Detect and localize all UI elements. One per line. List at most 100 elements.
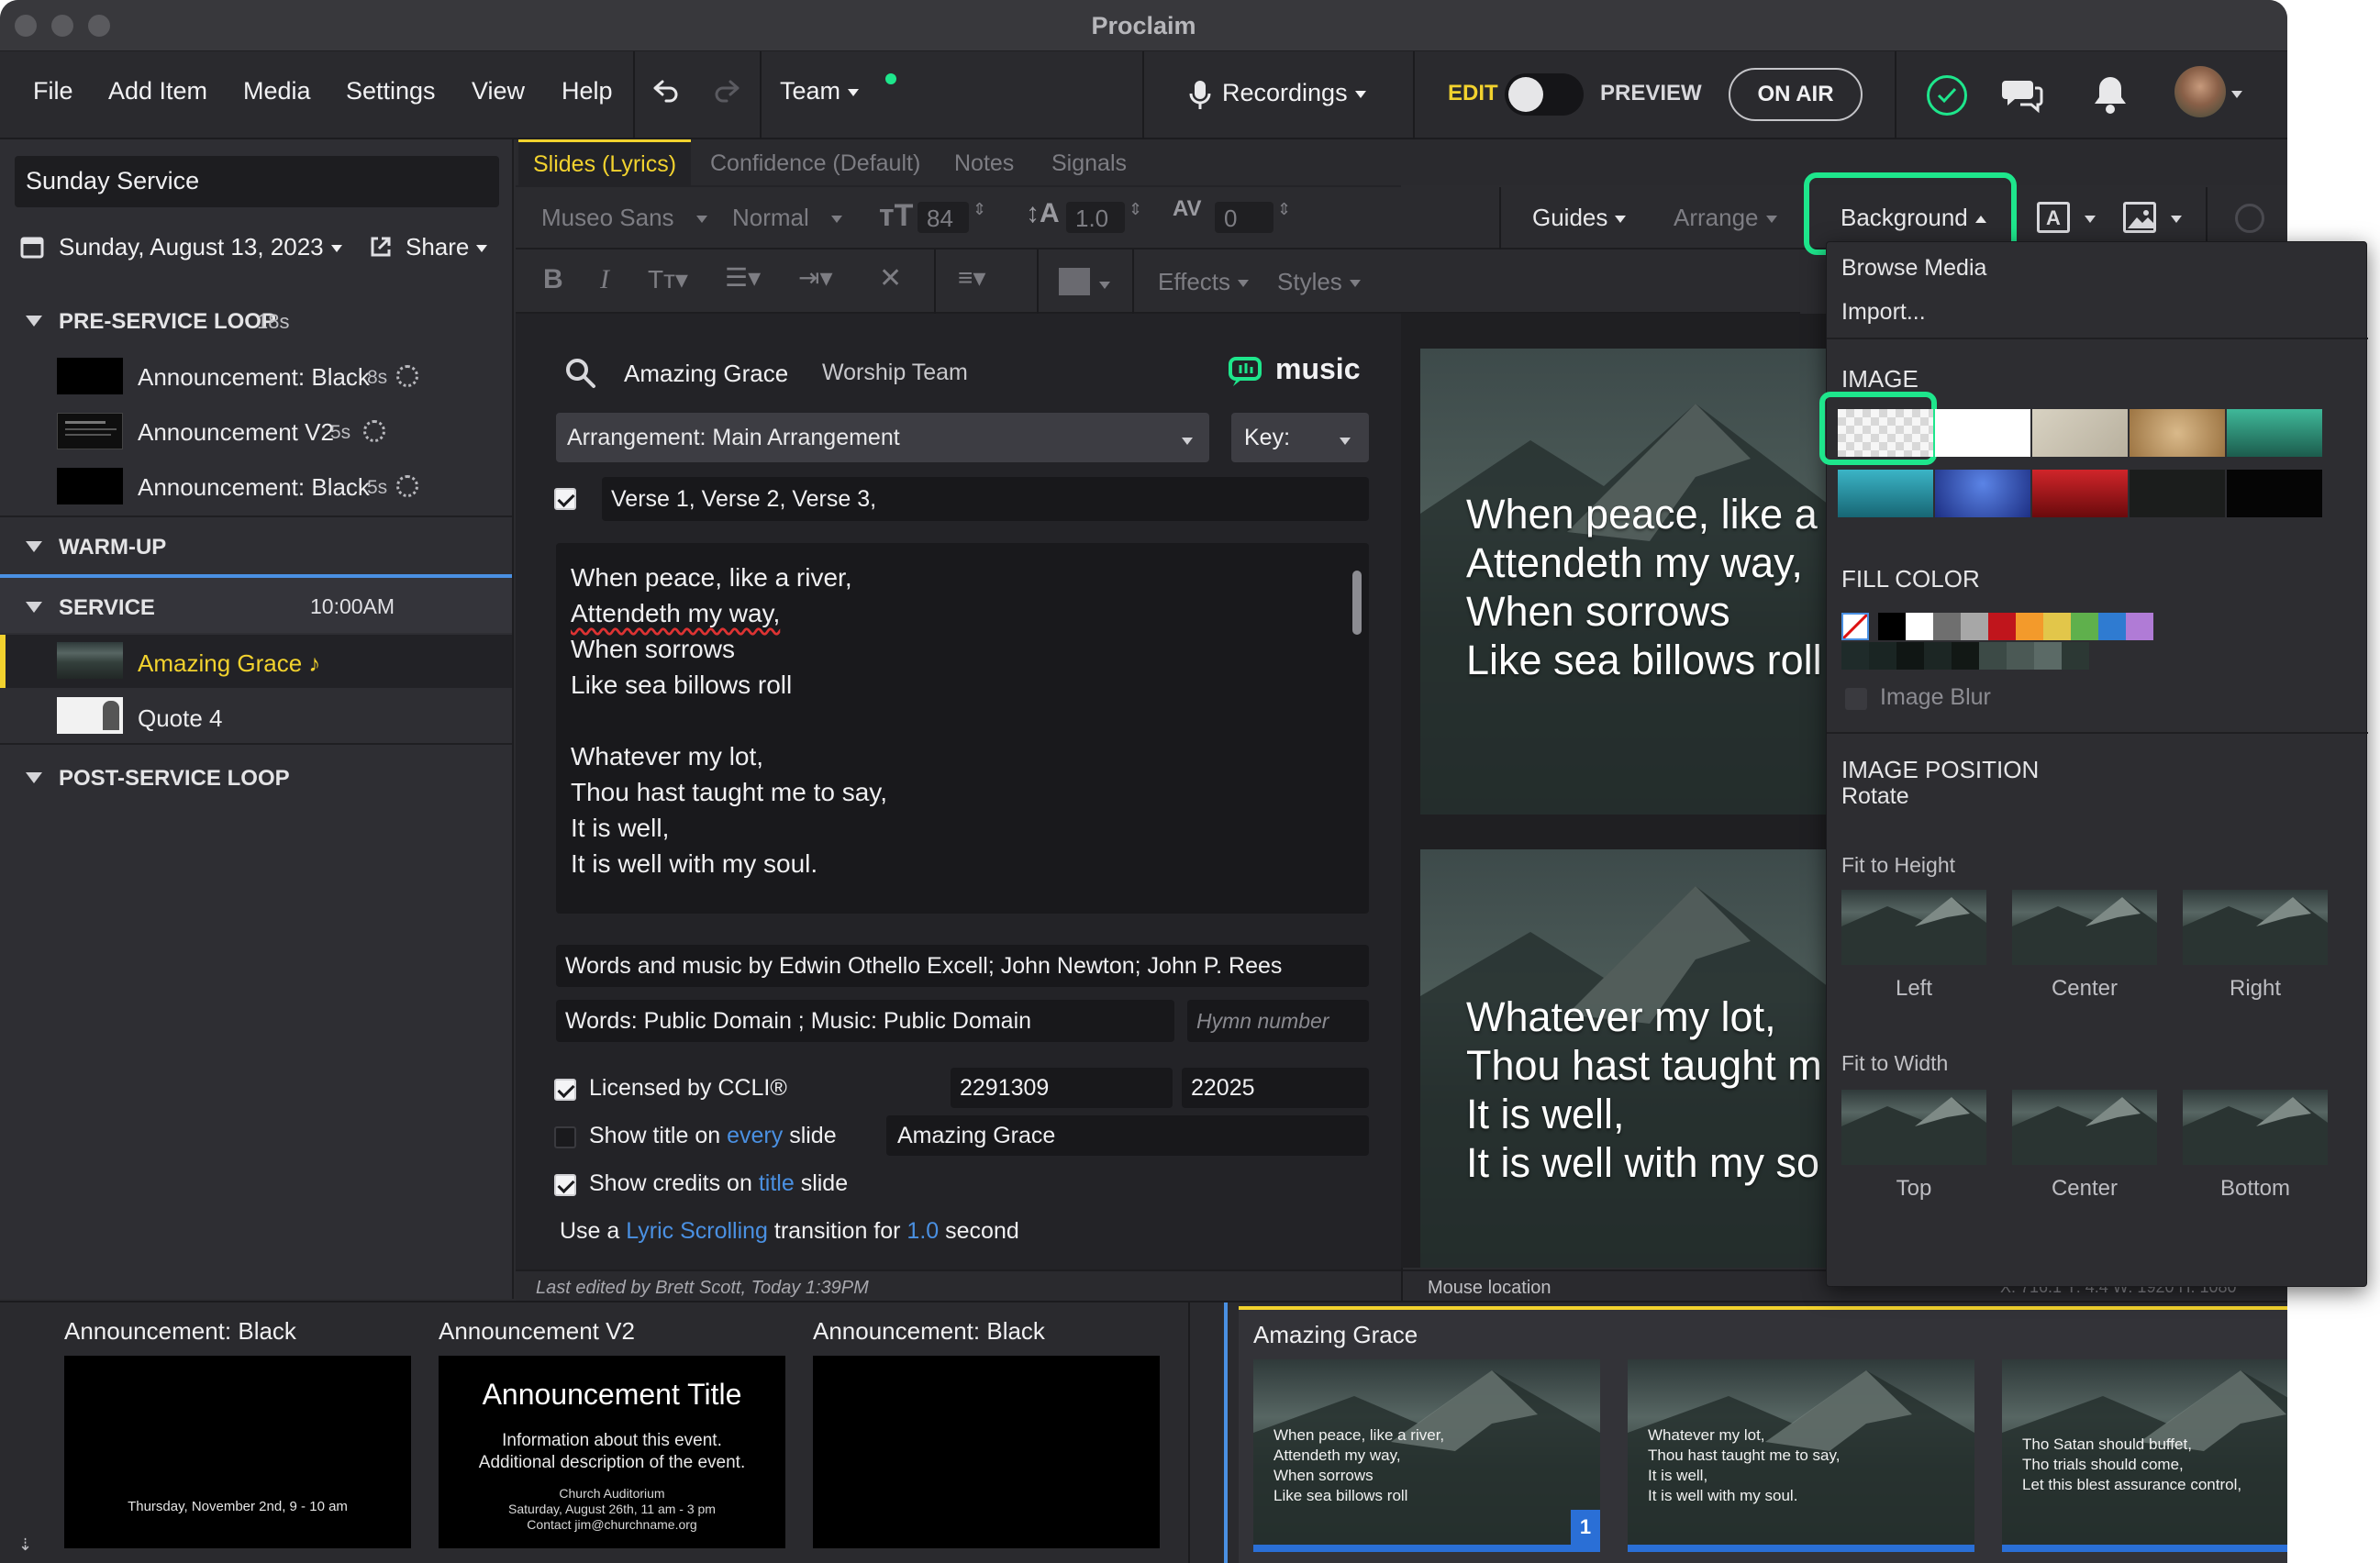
text-transform-icon[interactable]: Tт▾ [648, 264, 688, 294]
font-size-input[interactable]: 84 [918, 202, 969, 233]
rotate-option[interactable]: Rotate [1841, 783, 1909, 810]
fill-color-swatch[interactable] [2098, 613, 2126, 640]
sidebar-item-quote-4[interactable]: Quote 4 [138, 704, 223, 733]
font-family-select[interactable]: Museo Sans [541, 204, 707, 232]
notifications-bell-icon[interactable] [2092, 73, 2129, 116]
fill-color-swatch[interactable] [2126, 613, 2153, 640]
sidebar-item-announcement-black[interactable]: Announcement: Black [138, 363, 370, 392]
group-title-warm-up[interactable]: WARM-UP [59, 535, 166, 560]
copyright-field[interactable]: Words: Public Domain ; Music: Public Dom… [556, 1000, 1174, 1042]
letter-spacing-input[interactable]: 0 [1215, 202, 1273, 233]
reset-icon[interactable] [2235, 204, 2264, 233]
show-credits-checkbox[interactable] [554, 1174, 576, 1196]
group-title-service[interactable]: SERVICE [59, 595, 155, 621]
collapse-triangle-icon[interactable] [26, 602, 42, 613]
image-swatch-aqua[interactable] [1838, 470, 1933, 517]
menu-settings[interactable]: Settings [346, 77, 436, 105]
image-blur-checkbox[interactable] [1845, 688, 1867, 710]
tab-signals[interactable]: Signals [1051, 150, 1127, 177]
image-swatch-blue[interactable] [1935, 470, 2030, 517]
fill-color-swatch[interactable] [1988, 613, 2016, 640]
fill-color-swatch[interactable] [2062, 642, 2089, 670]
italic-icon[interactable]: I [600, 264, 609, 295]
tab-slides-lyrics[interactable]: Slides (Lyrics) [518, 139, 691, 187]
fill-color-swatch[interactable] [1961, 613, 1988, 640]
edit-preview-toggle[interactable] [1505, 73, 1584, 116]
font-weight-select[interactable]: Normal [732, 204, 842, 232]
avatar-chevron-down-icon[interactable] [2231, 86, 2242, 103]
effects-menu[interactable]: Effects [1158, 268, 1250, 296]
redo-icon[interactable] [712, 75, 745, 108]
group-title-post-service[interactable]: POST-SERVICE LOOP [59, 766, 290, 792]
image-swatch-black[interactable] [2227, 470, 2322, 517]
chevron-down-icon[interactable] [1099, 277, 1110, 294]
user-avatar[interactable] [2174, 66, 2226, 117]
image-icon[interactable] [2123, 202, 2156, 233]
fill-color-swatch[interactable] [1924, 642, 1952, 670]
lyrics-scrollbar[interactable] [1352, 571, 1362, 635]
show-credits-scope-link[interactable]: title [759, 1170, 795, 1196]
credits-field[interactable]: Words and music by Edwin Othello Excell;… [556, 945, 1369, 987]
stepper-icon[interactable]: ⇕ [1129, 200, 1142, 219]
sequence-field[interactable]: Verse 1, Verse 2, Verse 3, [602, 477, 1369, 521]
fill-none-swatch[interactable] [1841, 613, 1869, 640]
fit-height-center-option[interactable] [2012, 890, 2157, 965]
ccli-checkbox[interactable] [554, 1079, 576, 1101]
fill-color-swatch[interactable] [2043, 613, 2071, 640]
strip-slide-song-3[interactable]: Tho Satan should buffet, Tho trials shou… [2002, 1359, 2287, 1552]
strip-slide-announcement-black[interactable]: Thursday, November 2nd, 9 - 10 am [64, 1356, 411, 1548]
import-item[interactable]: Import... [1841, 299, 1926, 326]
collapse-triangle-icon[interactable] [26, 316, 42, 327]
sidebar-item-announcement-v2[interactable]: Announcement V2 [138, 418, 334, 447]
fit-width-top-option[interactable] [1841, 1090, 1986, 1165]
menu-file[interactable]: File [33, 77, 73, 105]
fill-color-swatch[interactable] [1896, 642, 1924, 670]
team-menu[interactable]: Team [780, 77, 860, 105]
fill-color-swatch[interactable] [2071, 613, 2098, 640]
fill-color-swatch[interactable] [1933, 613, 1961, 640]
fit-width-center-option[interactable] [2012, 1090, 2157, 1165]
browse-media-item[interactable]: Browse Media [1841, 255, 1986, 282]
menu-view[interactable]: View [472, 77, 525, 105]
transition-duration-link[interactable]: 1.0 [906, 1218, 939, 1244]
tab-notes[interactable]: Notes [954, 150, 1014, 177]
show-title-checkbox[interactable] [554, 1126, 576, 1148]
strip-slide-song-1[interactable]: When peace, like a river, Attendeth my w… [1253, 1359, 1600, 1552]
sequence-checkbox[interactable] [554, 488, 576, 510]
indent-icon[interactable]: ⇥▾ [798, 262, 833, 293]
arrangement-select[interactable]: Arrangement: Main Arrangement [556, 413, 1209, 462]
chevron-down-icon[interactable] [2085, 211, 2096, 227]
menu-add-item[interactable]: Add Item [108, 77, 207, 105]
search-icon[interactable] [565, 358, 596, 389]
image-swatch-teal[interactable] [2227, 409, 2322, 457]
recordings-menu[interactable]: Recordings [1222, 79, 1366, 107]
fill-color-swatch[interactable] [2016, 613, 2043, 640]
on-air-button[interactable]: ON AIR [1729, 68, 1863, 121]
align-icon[interactable]: ≡▾ [958, 262, 985, 293]
show-title-field[interactable]: Amazing Grace [886, 1115, 1369, 1156]
fill-color-swatch[interactable] [1906, 613, 1933, 640]
share-menu[interactable]: Share [406, 233, 488, 261]
bold-icon[interactable]: B [543, 264, 563, 295]
undo-icon[interactable] [648, 75, 681, 108]
group-title-pre-service[interactable]: PRE-SERVICE LOOP [59, 309, 276, 335]
image-swatch-red[interactable] [2032, 470, 2128, 517]
fill-color-swatch[interactable] [1878, 613, 1906, 640]
image-swatch-parchment[interactable] [2130, 409, 2225, 457]
collapse-triangle-icon[interactable] [26, 772, 42, 783]
bullet-list-icon[interactable]: ☰▾ [725, 262, 761, 293]
fill-color-swatch[interactable] [1869, 642, 1896, 670]
image-swatch-linen[interactable] [2032, 409, 2128, 457]
text-box-icon[interactable]: A [2037, 202, 2070, 233]
hymn-number-field[interactable]: Hymn number [1187, 1000, 1369, 1042]
guides-menu[interactable]: Guides [1532, 204, 1627, 232]
key-select[interactable]: Key: [1231, 413, 1369, 462]
arrange-menu[interactable]: Arrange [1674, 204, 1777, 232]
sidebar-item-announcement-black[interactable]: Announcement: Black [138, 473, 370, 502]
tab-confidence[interactable]: Confidence (Default) [710, 150, 920, 177]
background-menu-button[interactable]: Background [1841, 204, 1986, 232]
show-title-scope-link[interactable]: every [727, 1123, 783, 1148]
fit-width-bottom-option[interactable] [2183, 1090, 2328, 1165]
image-swatch-transparent[interactable] [1838, 409, 1933, 457]
service-name-field[interactable]: Sunday Service [15, 156, 499, 207]
